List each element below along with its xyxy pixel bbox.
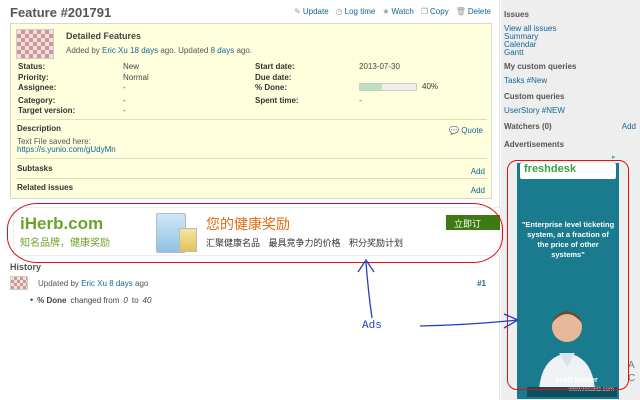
sidebar-ads-title: Advertisements bbox=[504, 140, 565, 149]
category-value: - bbox=[123, 96, 126, 105]
issue-details: Detailed Features Added by Eric Xu 18 da… bbox=[10, 23, 492, 199]
start-date-value: 2013-07-30 bbox=[359, 62, 400, 71]
done-label: % Done: bbox=[255, 83, 287, 92]
delete-button[interactable]: 🗑 Delete bbox=[456, 7, 491, 16]
trash-icon: 🗑 bbox=[455, 7, 466, 16]
copy-button[interactable]: ❐ Copy bbox=[421, 7, 449, 16]
cropped-text: C bbox=[628, 373, 636, 384]
pencil-icon: ✎ bbox=[294, 7, 301, 16]
target-version-label: Target version: bbox=[18, 106, 76, 115]
author-link[interactable]: Eric Xu bbox=[102, 46, 128, 55]
history-age-link[interactable]: 8 days bbox=[109, 279, 133, 288]
category-label: Category: bbox=[18, 96, 56, 105]
created-age-link[interactable]: 18 days bbox=[130, 46, 158, 55]
sidebar-watchers-title: Watchers (0) bbox=[504, 122, 552, 131]
status-value: New bbox=[123, 62, 140, 71]
add-related-link[interactable]: Add bbox=[471, 186, 485, 195]
done-value: 40% bbox=[422, 82, 439, 91]
watch-button[interactable]: ★ Watch bbox=[382, 7, 414, 16]
priority-value: Normal bbox=[123, 73, 149, 82]
issue-actions: ✎ Update ◷ Log time ★ Watch ❐ Copy 🗑 Delete bbox=[294, 7, 491, 16]
log-time-button[interactable]: ◷ Log time bbox=[336, 7, 376, 16]
start-date-label: Start date: bbox=[255, 62, 295, 71]
star-icon: ★ bbox=[382, 7, 390, 16]
annotation-label: Ads bbox=[362, 320, 382, 332]
description-title: Description bbox=[17, 124, 62, 133]
issue-author-line: Added by Eric Xu 18 days ago. Updated 8 … bbox=[66, 46, 253, 55]
update-button[interactable]: ✎ Update bbox=[294, 7, 329, 16]
target-version-value: - bbox=[123, 106, 126, 115]
history-title: History bbox=[10, 262, 42, 272]
divider bbox=[17, 178, 487, 179]
sidebar-custom-queries-title: Custom queries bbox=[504, 92, 565, 101]
assignee-label: Assignee: bbox=[18, 83, 57, 92]
sidebar-my-queries-title: My custom queries bbox=[504, 62, 577, 71]
page-title: Feature #201791 bbox=[10, 5, 112, 20]
history-header: Updated by Eric Xu 8 days ago bbox=[38, 279, 149, 288]
updated-age-link[interactable]: 8 days bbox=[211, 46, 235, 55]
status-label: Status: bbox=[18, 62, 46, 71]
main-content: Feature #201791 ✎ Update ◷ Log time ★ Watch… bbox=[0, 0, 501, 400]
divider bbox=[17, 158, 487, 159]
subtasks-title: Subtasks bbox=[17, 164, 53, 173]
spent-time-label: Spent time: bbox=[255, 96, 299, 105]
sidebar-link-tasks-new[interactable]: Tasks #New bbox=[504, 76, 547, 85]
clock-icon: ◷ bbox=[335, 7, 343, 16]
done-progress-bar bbox=[359, 83, 417, 91]
author-avatar bbox=[16, 29, 54, 59]
done-progress-fill bbox=[360, 84, 383, 90]
avatar bbox=[10, 276, 28, 290]
copy-icon: ❐ bbox=[420, 7, 429, 16]
add-watcher-link[interactable]: Add bbox=[622, 122, 636, 131]
cropped-text: A bbox=[628, 360, 635, 371]
related-issues-title: Related issues bbox=[17, 183, 74, 192]
annotation-oval bbox=[7, 203, 503, 263]
description-link[interactable]: https://s.yunio.com/gUdyMn bbox=[17, 145, 116, 154]
spent-time-value: - bbox=[359, 96, 362, 105]
history-number-link[interactable]: #1 bbox=[477, 279, 486, 288]
history-entry: Updated by Eric Xu 8 days ago #1 bbox=[10, 276, 490, 292]
quote-button[interactable]: 💬 Quote bbox=[449, 126, 483, 135]
sidebar-link-userstory-new[interactable]: UserStory #NEW bbox=[504, 106, 565, 115]
assignee-value: - bbox=[123, 83, 126, 92]
bullet-icon: • bbox=[30, 295, 34, 305]
priority-label: Priority: bbox=[18, 73, 49, 82]
history-detail: • % Done changed from 0 to 40 bbox=[30, 295, 152, 305]
divider bbox=[17, 119, 487, 120]
annotation-rectangle bbox=[507, 160, 629, 390]
sidebar-issues-title: Issues bbox=[504, 10, 529, 19]
comment-icon: 💬 bbox=[449, 126, 460, 135]
issue-subject: Detailed Features bbox=[66, 31, 142, 41]
sidebar-link-gantt[interactable]: Gantt bbox=[504, 48, 524, 57]
due-date-label: Due date: bbox=[255, 73, 292, 82]
add-subtask-link[interactable]: Add bbox=[471, 167, 485, 176]
history-author-link[interactable]: Eric Xu bbox=[81, 279, 107, 288]
